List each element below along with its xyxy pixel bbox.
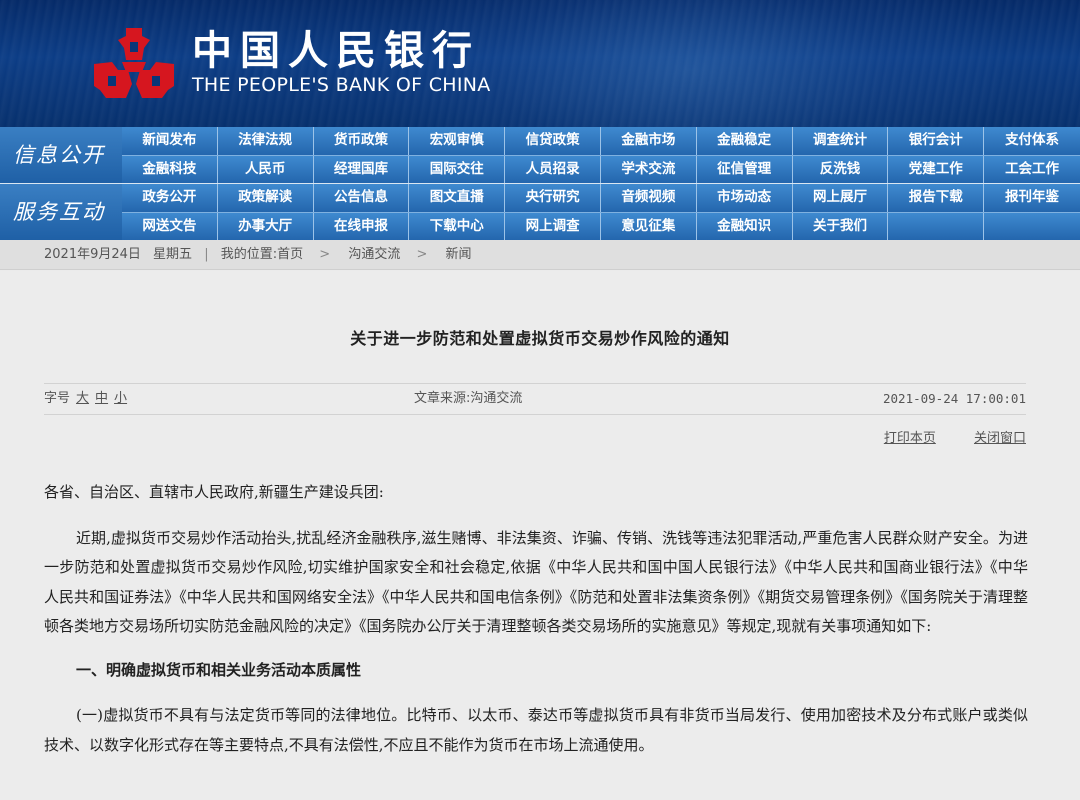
nav-item-audio-video[interactable]: 音频视频 — [601, 184, 697, 212]
current-date: 2021年9月24日 — [44, 247, 141, 262]
nav-item-government-affairs[interactable]: 政务公开 — [122, 184, 218, 212]
nav-item-market-news[interactable]: 市场动态 — [697, 184, 793, 212]
nav-item-online-survey[interactable]: 网上调查 — [505, 213, 601, 240]
nav-item-online-exhibition[interactable]: 网上展厅 — [793, 184, 889, 212]
nav-info-label: 信息公开 — [0, 127, 122, 183]
main-navigation: 信息公开 新闻发布 法律法规 货币政策 宏观审慎 信贷政策 金融市场 金融稳定 … — [0, 127, 1080, 240]
article-paragraph: 近期,虚拟货币交易炒作活动抬头,扰乱经济金融秩序,滋生赌博、非法集资、诈骗、传销… — [44, 528, 1028, 636]
nav-item-bank-accounting[interactable]: 银行会计 — [888, 127, 985, 155]
nav-item-party-building[interactable]: 党建工作 — [888, 156, 985, 183]
nav-service-row-1: 政务公开 政策解读 公告信息 图文直播 央行研究 音频视频 市场动态 网上展厅 … — [122, 184, 1080, 212]
nav-item-notices[interactable]: 网送文告 — [122, 213, 218, 240]
location-label: 我的位置: — [220, 247, 278, 262]
breadcrumb-news-link[interactable]: 新闻 — [446, 247, 472, 262]
close-window-link[interactable]: 关闭窗口 — [974, 431, 1026, 446]
article-source: 文章来源:沟通交流 — [414, 391, 523, 406]
article-section-heading: 一、明确虚拟货币和相关业务活动本质属性 — [76, 660, 362, 679]
nav-item-treasury[interactable]: 经理国库 — [314, 156, 410, 183]
breadcrumb-arrow: > — [319, 247, 331, 262]
nav-item-yearbook[interactable]: 报刊年鉴 — [984, 184, 1080, 212]
pboc-logo-icon[interactable] — [92, 26, 176, 102]
article-tools: 打印本页 关闭窗口 — [850, 427, 1026, 446]
nav-item-policy-interpretation[interactable]: 政策解读 — [218, 184, 314, 212]
nav-service-label: 服务互动 — [0, 184, 122, 240]
font-size-medium-link[interactable]: 中 — [95, 391, 108, 406]
nav-item-union-work[interactable]: 工会工作 — [984, 156, 1080, 183]
nav-item-download-center[interactable]: 下载中心 — [409, 213, 506, 240]
nav-item-feedback[interactable]: 意见征集 — [601, 213, 697, 240]
nav-item-announcements[interactable]: 公告信息 — [314, 184, 410, 212]
nav-item-credit-policy[interactable]: 信贷政策 — [505, 127, 601, 155]
nav-item-research[interactable]: 央行研究 — [505, 184, 601, 212]
font-size-label: 字号 — [44, 391, 71, 406]
article-datetime: 2021-09-24 17:00:01 — [883, 391, 1026, 406]
header-banner: 中国人民银行 THE PEOPLE'S BANK OF CHINA — [0, 0, 1080, 127]
current-weekday: 星期五 — [153, 247, 193, 262]
breadcrumb: 2021年9月24日 星期五 | 我的位置:首页 > 沟通交流 > 新闻 — [0, 240, 1080, 270]
article-greeting: 各省、自治区、直辖市人民政府,新疆生产建设兵团: — [44, 483, 384, 501]
nav-item-anti-money-laundering[interactable]: 反洗钱 — [793, 156, 889, 183]
nav-item-live-broadcast[interactable]: 图文直播 — [409, 184, 506, 212]
nav-item-recruitment[interactable]: 人员招录 — [505, 156, 601, 183]
nav-item-payment-system[interactable]: 支付体系 — [984, 127, 1080, 155]
brand-name-en: THE PEOPLE'S BANK OF CHINA — [192, 74, 491, 96]
nav-info-row-2: 金融科技 人民币 经理国库 国际交往 人员招录 学术交流 征信管理 反洗钱 党建… — [122, 155, 1080, 183]
nav-item-credit-reference[interactable]: 征信管理 — [697, 156, 793, 183]
breadcrumb-home-link[interactable]: 首页 — [277, 247, 303, 262]
breadcrumb-divider: | — [204, 247, 209, 262]
nav-item-academic[interactable]: 学术交流 — [601, 156, 697, 183]
breadcrumb-arrow: > — [416, 247, 428, 262]
nav-item-about-us[interactable]: 关于我们 — [793, 213, 889, 240]
nav-item-monetary-policy[interactable]: 货币政策 — [314, 127, 410, 155]
nav-item-service-hall[interactable]: 办事大厅 — [218, 213, 314, 240]
nav-item-laws[interactable]: 法律法规 — [218, 127, 314, 155]
brand-name-cn: 中国人民银行 — [192, 28, 480, 74]
nav-item-financial-markets[interactable]: 金融市场 — [601, 127, 697, 155]
font-size-small-link[interactable]: 小 — [114, 391, 127, 406]
article-title: 关于进一步防范和处置虚拟货币交易炒作风险的通知 — [350, 329, 730, 348]
nav-item-financial-stability[interactable]: 金融稳定 — [697, 127, 793, 155]
nav-item-international[interactable]: 国际交往 — [409, 156, 506, 183]
nav-item-fintech[interactable]: 金融科技 — [122, 156, 218, 183]
article-paragraph: (一)虚拟货币不具有与法定货币等同的法律地位。比特币、以太币、泰达币等虚拟货币具… — [44, 706, 1028, 754]
nav-item-macroprudential[interactable]: 宏观审慎 — [409, 127, 506, 155]
article-meta-bar: 字号大中小 文章来源:沟通交流 2021-09-24 17:00:01 — [44, 383, 1026, 415]
nav-info-row-1: 新闻发布 法律法规 货币政策 宏观审慎 信贷政策 金融市场 金融稳定 调查统计 … — [122, 127, 1080, 155]
font-size-large-link[interactable]: 大 — [76, 391, 89, 406]
nav-item-online-filing[interactable]: 在线申报 — [314, 213, 410, 240]
nav-item-financial-knowledge[interactable]: 金融知识 — [697, 213, 793, 240]
breadcrumb-communication-link[interactable]: 沟通交流 — [348, 247, 400, 262]
nav-service-row-2: 网送文告 办事大厅 在线申报 下载中心 网上调查 意见征集 金融知识 关于我们 — [122, 212, 1080, 240]
nav-item-news-release[interactable]: 新闻发布 — [122, 127, 218, 155]
nav-item-rmb[interactable]: 人民币 — [218, 156, 314, 183]
nav-service-block: 服务互动 政务公开 政策解读 公告信息 图文直播 央行研究 音频视频 市场动态 … — [0, 184, 1080, 240]
nav-item-empty — [888, 213, 985, 240]
nav-item-empty — [984, 213, 1080, 240]
font-size-control: 字号大中小 — [44, 384, 127, 414]
nav-info-block: 信息公开 新闻发布 法律法规 货币政策 宏观审慎 信贷政策 金融市场 金融稳定 … — [0, 127, 1080, 183]
nav-item-statistics[interactable]: 调查统计 — [793, 127, 889, 155]
nav-item-report-download[interactable]: 报告下载 — [888, 184, 985, 212]
article-body: 各省、自治区、直辖市人民政府,新疆生产建设兵团: 近期,虚拟货币交易炒作活动抬头… — [44, 478, 1028, 774]
article-container: 关于进一步防范和处置虚拟货币交易炒作风险的通知 字号大中小 文章来源:沟通交流 … — [0, 271, 1080, 800]
print-page-link[interactable]: 打印本页 — [884, 431, 936, 446]
